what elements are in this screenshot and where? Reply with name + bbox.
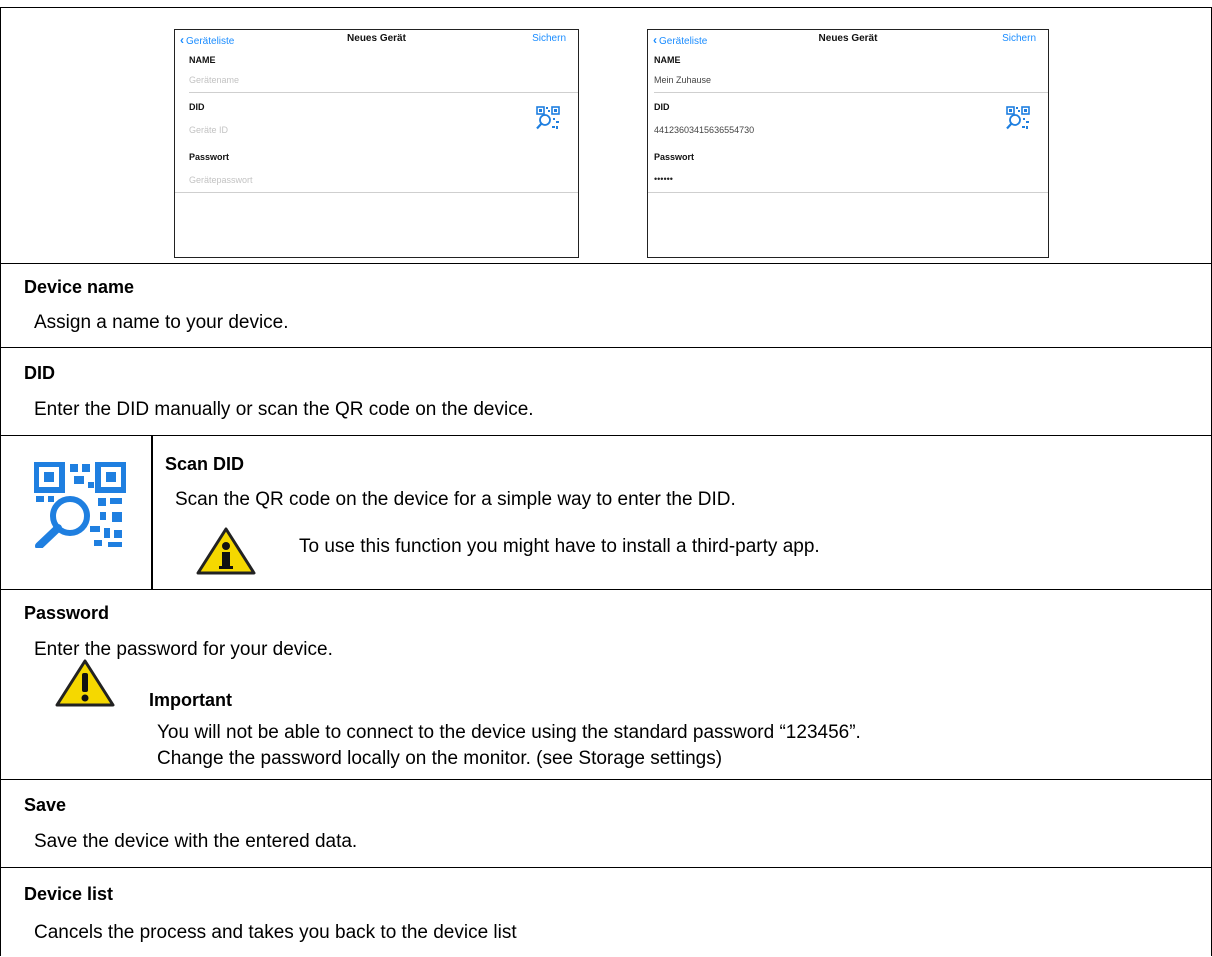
screen-empty: ‹ Geräteliste Neues Gerät Sichern NAME Ge… — [174, 29, 579, 258]
section-scan-did: Scan DID Scan the QR code on the device … — [1, 436, 1211, 590]
screen-filled: ‹ Geräteliste Neues Gerät Sichern NAME Me… — [647, 29, 1049, 258]
section-password: Password Enter the password for your dev… — [1, 590, 1211, 780]
section-device-name: Device name Assign a name to your device… — [1, 264, 1211, 348]
did-input[interactable]: 44123603415636554730 — [654, 125, 754, 135]
important-title: Important — [149, 690, 232, 710]
qr-scan-icon — [34, 462, 126, 548]
password-input[interactable]: •••••• — [654, 174, 673, 184]
separator — [654, 92, 1048, 93]
column-divider — [151, 436, 153, 589]
section-title: Device list — [24, 884, 114, 904]
important-line-1: You will not be able to connect to the d… — [157, 722, 861, 743]
separator — [189, 92, 578, 93]
warning-icon — [55, 659, 115, 707]
save-button[interactable]: Sichern — [532, 33, 566, 44]
section-save: Save Save the device with the entered da… — [1, 780, 1211, 868]
nav-bar: ‹ Geräteliste Neues Gerät Sichern — [648, 30, 1048, 48]
section-device-list: Device list Cancels the process and take… — [1, 868, 1211, 957]
qr-scan-icon[interactable] — [1006, 106, 1030, 130]
nav-title: Neues Gerät — [347, 33, 406, 44]
save-button[interactable]: Sichern — [1002, 33, 1036, 44]
section-text: Assign a name to your device. — [34, 312, 289, 333]
section-text: Enter the DID manually or scan the QR co… — [34, 399, 534, 420]
did-label: DID — [654, 102, 670, 112]
password-label: Passwort — [654, 152, 695, 162]
did-input[interactable]: Geräte ID — [189, 125, 228, 135]
separator — [175, 192, 578, 193]
section-title: DID — [24, 363, 55, 383]
password-label: Passwort — [189, 152, 230, 162]
name-label: NAME — [189, 55, 216, 65]
section-did: DID Enter the DID manually or scan the Q… — [1, 348, 1211, 436]
section-text: Save the device with the entered data. — [34, 831, 358, 852]
did-label: DID — [189, 102, 205, 112]
section-text: Cancels the process and takes you back t… — [34, 922, 517, 943]
section-title: Device name — [24, 277, 135, 297]
info-icon — [196, 527, 256, 575]
section-text: Scan the QR code on the device for a sim… — [175, 489, 736, 510]
name-input[interactable]: Mein Zuhause — [654, 75, 711, 85]
document-table: ‹ Geräteliste Neues Gerät Sichern NAME Ge… — [0, 7, 1212, 956]
section-title: Password — [24, 603, 110, 623]
password-input[interactable]: Gerätepasswort — [189, 175, 253, 185]
nav-title: Neues Gerät — [818, 33, 878, 44]
nav-bar: ‹ Geräteliste Neues Gerät Sichern — [175, 30, 578, 48]
screenshots-row: ‹ Geräteliste Neues Gerät Sichern NAME Ge… — [1, 8, 1211, 264]
name-label: NAME — [654, 55, 681, 65]
separator — [648, 192, 1048, 193]
name-input[interactable]: Gerätename — [189, 75, 239, 85]
note-text: To use this function you might have to i… — [299, 536, 820, 557]
important-line-2: Change the password locally on the monit… — [157, 748, 723, 769]
section-title: Scan DID — [165, 454, 245, 474]
qr-scan-icon[interactable] — [536, 106, 560, 130]
section-title: Save — [24, 795, 67, 815]
